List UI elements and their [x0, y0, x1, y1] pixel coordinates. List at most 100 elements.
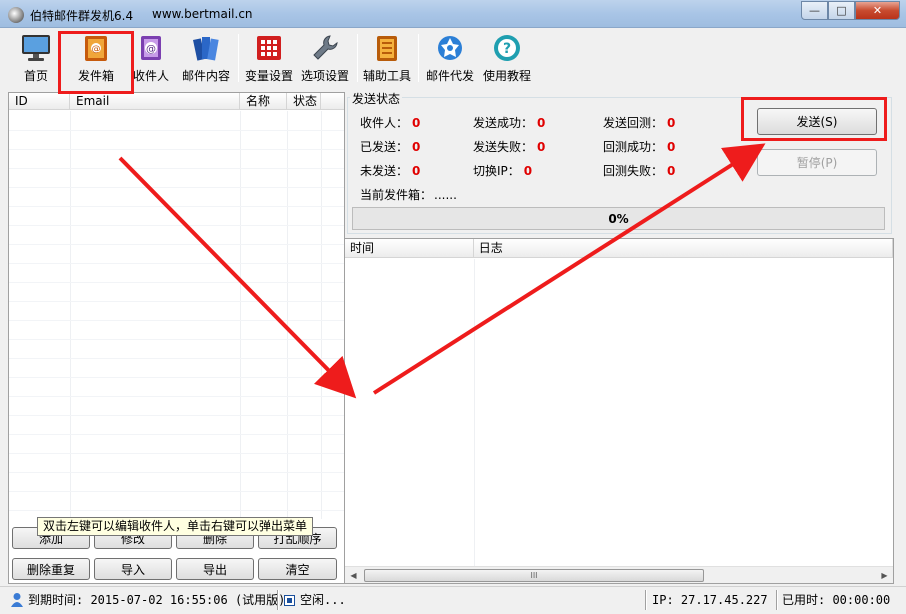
maximize-button[interactable]: □	[828, 1, 855, 20]
grid-line	[9, 320, 344, 321]
scroll-thumb[interactable]: III	[364, 569, 704, 582]
status-bar: 到期时间: 2015-07-02 16:55:06 (试用版) 空闲... IP…	[0, 586, 906, 614]
grid-line	[9, 301, 344, 302]
svg-text:@: @	[146, 44, 156, 55]
export-button[interactable]: 导出	[176, 558, 254, 580]
elapsed-text: 已用时: 00:00:00	[782, 593, 891, 607]
stat-switch-ip: 切换IP： 0	[473, 164, 533, 178]
stat-unsent: 未发送： 0	[360, 164, 421, 178]
highlight-send	[741, 97, 887, 141]
column-header-name[interactable]: 名称	[240, 93, 287, 110]
scroll-right-icon[interactable]: ▶	[876, 567, 893, 584]
column-header-id[interactable]: ID	[9, 93, 70, 110]
grid-line	[9, 377, 344, 378]
svg-text:?: ?	[503, 41, 511, 57]
state-icon	[284, 595, 295, 606]
column-header-status[interactable]: 状态	[287, 93, 321, 110]
recipient-list-tooltip: 双击左键可以编辑收件人，单击右键可以弹出菜单	[37, 517, 314, 536]
mail-content-icon	[190, 32, 222, 64]
toolbar-home[interactable]: 首页	[20, 32, 52, 84]
toolbar-recipients[interactable]: @ 收件人	[133, 32, 169, 84]
grid-line	[240, 111, 241, 519]
help-icon: ?	[491, 32, 523, 64]
window-title: 伯特邮件群发机6.4	[30, 9, 134, 23]
stat-send-failed: 发送失败： 0	[473, 140, 546, 154]
toolbar-tools[interactable]: 辅助工具	[363, 32, 411, 84]
grid-line	[9, 396, 344, 397]
grid-line	[321, 111, 322, 519]
progress-text: 0%	[608, 211, 629, 226]
stat-recipients: 收件人： 0	[360, 116, 421, 130]
column-header-time[interactable]: 时间	[345, 239, 474, 258]
stat-send-test: 发送回测： 0	[603, 116, 676, 130]
grid-line	[9, 187, 344, 188]
toolbar-help[interactable]: ? 使用教程	[483, 32, 531, 84]
grid-line	[9, 168, 344, 169]
grid-line	[9, 453, 344, 454]
grid-line	[9, 358, 344, 359]
log-list-header: 时间 日志	[345, 239, 893, 258]
column-header-log[interactable]: 日志	[474, 239, 893, 258]
toolbar-label: 变量设置	[245, 69, 294, 83]
status-separator	[776, 590, 778, 610]
stat-sent: 已发送： 0	[360, 140, 421, 154]
toolbar-label: 使用教程	[483, 69, 532, 83]
pause-button[interactable]: 暂停(P)	[757, 149, 877, 176]
monitor-icon	[20, 32, 52, 64]
grid-line	[474, 259, 475, 566]
toolbar-options[interactable]: 选项设置	[301, 32, 349, 84]
grid-line	[9, 472, 344, 473]
expiry-text: 到期时间: 2015-07-02 16:55:06 (试用版)	[28, 593, 286, 607]
stat-test-failed: 回测失败： 0	[603, 164, 676, 178]
minimize-button[interactable]: —	[801, 1, 828, 20]
grid-line	[9, 130, 344, 131]
scroll-left-icon[interactable]: ◀	[345, 567, 362, 584]
remove-duplicates-button[interactable]: 删除重复	[12, 558, 90, 580]
toolbar-separator	[357, 34, 358, 82]
ip-text: IP: 27.17.45.227	[652, 593, 768, 607]
close-button[interactable]: ✕	[855, 1, 900, 20]
app-icon	[8, 7, 24, 23]
toolbar-variables[interactable]: 变量设置	[245, 32, 293, 84]
recipient-list-header: ID Email 名称 状态	[9, 93, 344, 110]
stat-sent-success: 发送成功： 0	[473, 116, 546, 130]
toolbar-label: 收件人	[133, 69, 170, 83]
stat-test-success: 回测成功： 0	[603, 140, 676, 154]
status-separator	[645, 590, 647, 610]
main-toolbar: 首页 @ 发件箱 @ 收件人 邮件内容 变量设置 选项设置 辅助工具 邮件代发 …	[8, 28, 898, 88]
grid-line	[287, 111, 288, 519]
window-url: www.bertmail.cn	[152, 7, 253, 21]
toolbar-proxy-send[interactable]: 邮件代发	[426, 32, 474, 84]
clear-button[interactable]: 清空	[258, 558, 337, 580]
current-sender: 当前发件箱：......	[360, 188, 457, 202]
toolbar-label: 首页	[23, 69, 48, 83]
grid-line	[70, 111, 71, 519]
toolbar-label: 辅助工具	[363, 69, 412, 83]
send-progress-bar: 0%	[352, 207, 885, 230]
log-horizontal-scrollbar[interactable]: ◀ III ▶	[345, 566, 893, 583]
variables-icon	[253, 32, 285, 64]
toolbar-separator	[418, 34, 419, 82]
toolbar-label: 邮件代发	[426, 69, 475, 83]
import-button[interactable]: 导入	[94, 558, 172, 580]
grid-line	[9, 491, 344, 492]
grid-line	[9, 415, 344, 416]
user-icon	[11, 593, 23, 607]
column-header-email[interactable]: Email	[70, 93, 240, 110]
status-separator	[277, 590, 279, 610]
title-bar: 伯特邮件群发机6.4 www.bertmail.cn — □ ✕	[0, 0, 906, 28]
proxy-send-icon	[434, 32, 466, 64]
grid-line	[9, 263, 344, 264]
send-status-label: 发送状态	[350, 90, 403, 107]
recipient-list-body[interactable]	[9, 111, 344, 519]
state-text: 空闲...	[300, 593, 346, 607]
grid-line	[9, 282, 344, 283]
grid-line	[9, 149, 344, 150]
log-list[interactable]: 时间 日志 ◀ III ▶	[344, 238, 894, 584]
window-controls: — □ ✕	[801, 1, 900, 20]
grid-line	[9, 206, 344, 207]
grid-line	[9, 339, 344, 340]
toolbar-mail-content[interactable]: 邮件内容	[182, 32, 230, 84]
tools-icon	[371, 32, 403, 64]
recipient-list[interactable]: ID Email 名称 状态	[8, 92, 345, 584]
